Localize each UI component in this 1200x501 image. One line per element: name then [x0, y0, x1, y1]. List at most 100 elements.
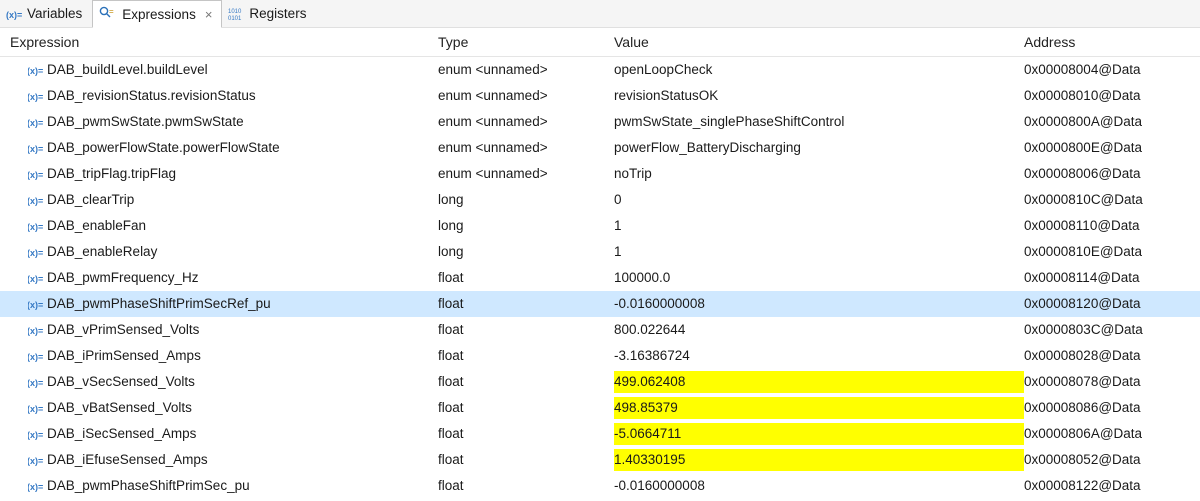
value-cell[interactable]: openLoopCheck: [614, 59, 1024, 81]
expression-cell: (x)=DAB_pwmPhaseShiftPrimSec_pu: [10, 475, 438, 497]
expression-cell: (x)=DAB_clearTrip: [10, 189, 438, 211]
value-cell[interactable]: noTrip: [614, 163, 1024, 185]
value-cell[interactable]: revisionStatusOK: [614, 85, 1024, 107]
header-address[interactable]: Address: [1024, 34, 1200, 50]
table-row[interactable]: (x)=DAB_pwmFrequency_Hzfloat100000.00x00…: [0, 265, 1200, 291]
variable-icon: (x)=: [28, 348, 44, 364]
value-text: 1: [614, 241, 622, 263]
address-cell: 0x0000800E@Data: [1024, 137, 1200, 159]
value-cell[interactable]: pwmSwState_singlePhaseShiftControl: [614, 111, 1024, 133]
value-cell[interactable]: -5.0664711: [614, 423, 1024, 445]
table-row[interactable]: (x)=DAB_enableRelaylong10x0000810E@Data: [0, 239, 1200, 265]
type-cell: float: [438, 371, 614, 393]
tab-registers[interactable]: 10100101 Registers: [222, 0, 316, 27]
expressions-icon: =: [99, 6, 117, 22]
value-text: 499.062408: [614, 371, 685, 393]
svg-text:=: =: [109, 7, 114, 16]
header-type[interactable]: Type: [438, 34, 614, 50]
type-cell: long: [438, 189, 614, 211]
value-text: -0.0160000008: [614, 293, 705, 315]
value-cell[interactable]: 0: [614, 189, 1024, 211]
address-cell: 0x00008028@Data: [1024, 345, 1200, 367]
table-row[interactable]: (x)=DAB_revisionStatus.revisionStatusenu…: [0, 83, 1200, 109]
address-cell: 0x00008122@Data: [1024, 475, 1200, 497]
table-row[interactable]: (x)=DAB_pwmPhaseShiftPrimSecRef_pufloat-…: [0, 291, 1200, 317]
table-row[interactable]: (x)=DAB_vSecSensed_Voltsfloat499.0624080…: [0, 369, 1200, 395]
expression-name: DAB_pwmPhaseShiftPrimSec_pu: [47, 475, 250, 497]
svg-text:(x)=: (x)=: [28, 430, 43, 440]
expression-cell: (x)=DAB_vPrimSensed_Volts: [10, 319, 438, 341]
value-text: revisionStatusOK: [614, 85, 718, 107]
expression-cell: (x)=DAB_iSecSensed_Amps: [10, 423, 438, 445]
tab-variables[interactable]: (x)= Variables: [0, 0, 92, 27]
expression-cell: (x)=DAB_buildLevel.buildLevel: [10, 59, 438, 81]
variable-icon: (x)=: [28, 374, 44, 390]
table-row[interactable]: (x)=DAB_powerFlowState.powerFlowStateenu…: [0, 135, 1200, 161]
value-cell[interactable]: powerFlow_BatteryDischarging: [614, 137, 1024, 159]
value-cell[interactable]: -3.16386724: [614, 345, 1024, 367]
variable-icon: (x)=: [28, 62, 44, 78]
expression-cell: (x)=DAB_pwmFrequency_Hz: [10, 267, 438, 289]
value-text: -0.0160000008: [614, 475, 705, 497]
value-text: pwmSwState_singlePhaseShiftControl: [614, 111, 844, 133]
value-cell[interactable]: -0.0160000008: [614, 475, 1024, 497]
svg-text:(x)=: (x)=: [28, 170, 43, 180]
expression-name: DAB_vPrimSensed_Volts: [47, 319, 199, 341]
table-row[interactable]: (x)=DAB_iSecSensed_Ampsfloat-5.06647110x…: [0, 421, 1200, 447]
type-cell: float: [438, 319, 614, 341]
table-row[interactable]: (x)=DAB_vPrimSensed_Voltsfloat800.022644…: [0, 317, 1200, 343]
expression-name: DAB_vSecSensed_Volts: [47, 371, 195, 393]
header-expression[interactable]: Expression: [10, 34, 438, 50]
value-cell[interactable]: 100000.0: [614, 267, 1024, 289]
type-cell: float: [438, 449, 614, 471]
table-row[interactable]: (x)= DAB_iEfuseSensed_Amps float1.40330195…: [0, 447, 1200, 473]
expression-cell: (x)=DAB_tripFlag.tripFlag: [10, 163, 438, 185]
close-icon[interactable]: ×: [205, 8, 213, 21]
table-row[interactable]: (x)=DAB_buildLevel.buildLevelenum <unnam…: [0, 57, 1200, 83]
expression-cell: (x)=DAB_revisionStatus.revisionStatus: [10, 85, 438, 107]
svg-text:(x)=: (x)=: [28, 456, 43, 466]
type-cell: float: [438, 423, 614, 445]
value-cell[interactable]: 499.062408: [614, 371, 1024, 393]
value-text: noTrip: [614, 163, 652, 185]
expression-name: DAB_clearTrip: [47, 189, 134, 211]
address-cell: 0x00008006@Data: [1024, 163, 1200, 185]
expression-name: DAB_vBatSensed_Volts: [47, 397, 192, 419]
variable-icon: (x)=: [28, 218, 44, 234]
address-cell: 0x00008010@Data: [1024, 85, 1200, 107]
expression-cell: (x)= DAB_iEfuseSensed_Amps: [10, 449, 438, 471]
table-row[interactable]: (x)=DAB_pwmPhaseShiftPrimSec_pufloat-0.0…: [0, 473, 1200, 499]
expression-cell: (x)= DAB_vSecSensed_Volts: [10, 371, 438, 393]
variable-icon: (x)=: [28, 192, 44, 208]
value-text: 1.40330195: [614, 449, 685, 471]
svg-text:(x)=: (x)=: [28, 378, 43, 388]
value-cell[interactable]: 1: [614, 241, 1024, 263]
value-cell[interactable]: 1: [614, 215, 1024, 237]
address-cell: 0x0000810E@Data: [1024, 241, 1200, 263]
table-row[interactable]: (x)=DAB_enableFanlong10x00008110@Data: [0, 213, 1200, 239]
tab-expressions[interactable]: = Expressions ×: [92, 0, 222, 28]
value-cell[interactable]: 800.022644: [614, 319, 1024, 341]
svg-text:(x)=: (x)=: [28, 300, 43, 310]
address-cell: 0x00008114@Data: [1024, 267, 1200, 289]
type-cell: float: [438, 397, 614, 419]
value-cell[interactable]: 498.85379: [614, 397, 1024, 419]
table-row[interactable]: (x)=DAB_iPrimSensed_Ampsfloat-3.16386724…: [0, 343, 1200, 369]
type-cell: enum <unnamed>: [438, 111, 614, 133]
table-row[interactable]: (x)=DAB_pwmSwState.pwmSwStateenum <unnam…: [0, 109, 1200, 135]
table-row[interactable]: (x)=DAB_clearTriplong00x0000810C@Data: [0, 187, 1200, 213]
svg-text:(x)=: (x)=: [28, 248, 43, 258]
expression-name: DAB_iEfuseSensed_Amps: [47, 449, 208, 471]
type-cell: float: [438, 267, 614, 289]
table-row[interactable]: (x)=DAB_vBatSensed_Voltsfloat498.853790x…: [0, 395, 1200, 421]
value-cell[interactable]: -0.0160000008: [614, 293, 1024, 315]
header-value[interactable]: Value: [614, 34, 1024, 50]
type-cell: enum <unnamed>: [438, 59, 614, 81]
value-text: powerFlow_BatteryDischarging: [614, 137, 801, 159]
variable-icon: (x)=: [28, 244, 44, 260]
column-headers: Expression Type Value Address: [0, 28, 1200, 57]
value-cell[interactable]: 1.40330195: [614, 449, 1024, 471]
type-cell: float: [438, 293, 614, 315]
variables-icon: (x)=: [6, 6, 22, 22]
table-row[interactable]: (x)=DAB_tripFlag.tripFlagenum <unnamed>n…: [0, 161, 1200, 187]
